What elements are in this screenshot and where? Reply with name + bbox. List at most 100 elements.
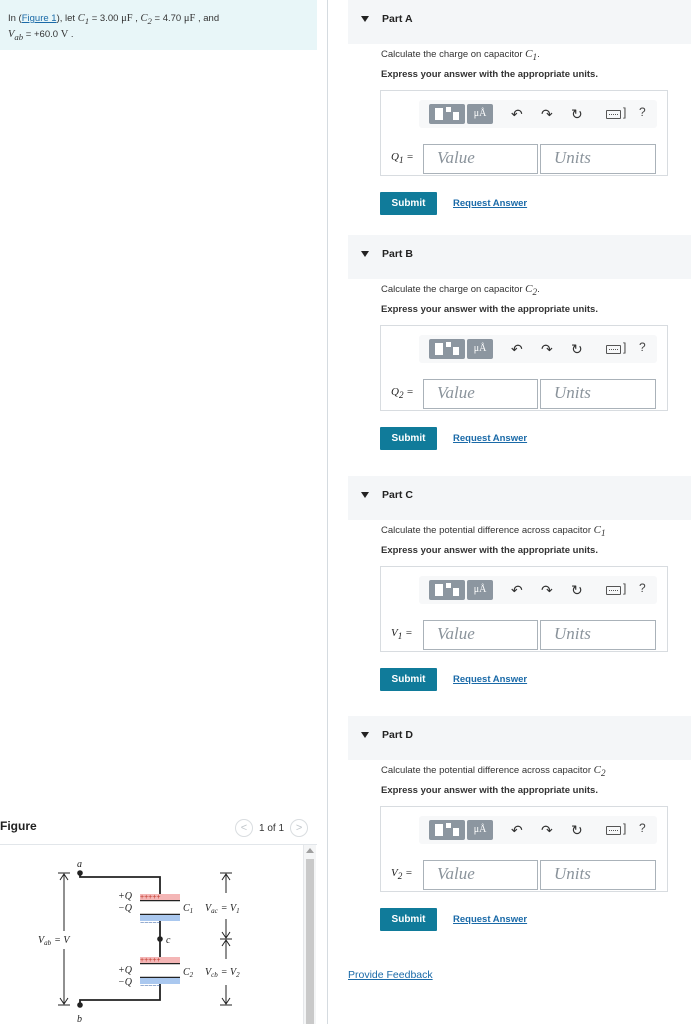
problem-statement: In (Figure 1), let C1 = 3.00 μF , C2 = 4… xyxy=(0,0,317,50)
units-button[interactable]: μÅ xyxy=(467,104,493,124)
mu-angstrom-icon: μÅ xyxy=(473,824,487,835)
part-title: Part B xyxy=(382,248,413,260)
redo-icon[interactable]: ↷ xyxy=(541,340,553,358)
vab-value: = +60.0 xyxy=(23,29,61,41)
collapse-caret-icon[interactable] xyxy=(361,492,369,498)
template-square-icon xyxy=(453,588,459,596)
submit-button[interactable]: Submit xyxy=(380,427,437,450)
bracket-icon: ] xyxy=(623,340,627,354)
node-b-label: b xyxy=(77,1014,82,1024)
reset-icon[interactable]: ↻ xyxy=(571,821,583,839)
problem-line-1: In (Figure 1), let C1 = 3.00 μF , C2 = 4… xyxy=(8,13,220,27)
part-header[interactable]: Part C xyxy=(348,476,691,520)
part-header[interactable]: Part A xyxy=(348,0,691,44)
c2-value: = 4.70 xyxy=(151,13,184,24)
collapse-caret-icon[interactable] xyxy=(361,251,369,257)
template-square-icon xyxy=(435,584,443,596)
figure-pagination: < 1 of 1 > xyxy=(235,819,309,837)
undo-icon[interactable]: ↶ xyxy=(511,340,523,358)
vac-vcb-dimension-arrows xyxy=(220,872,232,1006)
request-answer-link[interactable]: Request Answer xyxy=(453,433,527,444)
units-input[interactable]: Units xyxy=(540,144,656,174)
part-header[interactable]: Part B xyxy=(348,235,691,279)
templates-button[interactable] xyxy=(429,339,465,359)
units-button[interactable]: μÅ xyxy=(467,339,493,359)
problem-line-2: Vab = +60.0 V . xyxy=(8,29,74,43)
collapse-caret-icon[interactable] xyxy=(361,732,369,738)
value-input[interactable]: Value xyxy=(423,379,538,409)
question-text: Calculate the potential difference acros… xyxy=(381,524,606,539)
help-button[interactable]: ? xyxy=(639,105,646,119)
collapse-caret-icon[interactable] xyxy=(361,16,369,22)
provide-feedback-link[interactable]: Provide Feedback xyxy=(348,969,433,981)
prev-figure-button[interactable]: < xyxy=(235,819,253,837)
units-button[interactable]: μÅ xyxy=(467,820,493,840)
answer-box: μÅ ↶ ↷ ↻ ] ? Q2 = Value Units xyxy=(380,325,668,411)
problem-text: ), let xyxy=(56,13,78,24)
scroll-up-icon[interactable] xyxy=(306,848,314,853)
question-text: Calculate the charge on capacitor C1. xyxy=(381,48,540,63)
template-square-icon xyxy=(453,347,459,355)
value-input[interactable]: Value xyxy=(423,620,538,650)
scrollbar-thumb[interactable] xyxy=(306,859,314,1024)
request-answer-link[interactable]: Request Answer xyxy=(453,674,527,685)
plus-q-label-c2: +Q xyxy=(118,965,133,976)
reset-icon[interactable]: ↻ xyxy=(571,581,583,599)
templates-button[interactable] xyxy=(429,820,465,840)
help-button[interactable]: ? xyxy=(639,821,646,835)
templates-button[interactable] xyxy=(429,580,465,600)
units-button[interactable]: μÅ xyxy=(467,580,493,600)
keyboard-icon[interactable] xyxy=(606,586,621,595)
minus-q-label-c1: −Q xyxy=(118,903,133,914)
template-square-icon xyxy=(435,108,443,120)
plus-charges-c1: +++++ xyxy=(140,894,160,901)
chevron-left-icon: < xyxy=(240,821,248,834)
value-input[interactable]: Value xyxy=(423,144,538,174)
bracket-icon: ] xyxy=(623,581,627,595)
figure-link[interactable]: Figure 1 xyxy=(22,13,57,24)
request-answer-link[interactable]: Request Answer xyxy=(453,914,527,925)
part-header[interactable]: Part D xyxy=(348,716,691,760)
undo-icon[interactable]: ↶ xyxy=(511,821,523,839)
node-c-label: c xyxy=(166,935,171,946)
keyboard-icon[interactable] xyxy=(606,345,621,354)
value-input[interactable]: Value xyxy=(423,860,538,890)
question-text: Calculate the charge on capacitor C2. xyxy=(381,283,540,298)
redo-icon[interactable]: ↷ xyxy=(541,581,553,599)
undo-icon[interactable]: ↶ xyxy=(511,581,523,599)
reset-icon[interactable]: ↻ xyxy=(571,340,583,358)
undo-icon[interactable]: ↶ xyxy=(511,105,523,123)
figure-scrollbar[interactable] xyxy=(303,845,316,1024)
keyboard-icon[interactable] xyxy=(606,110,621,119)
submit-button[interactable]: Submit xyxy=(380,192,437,215)
units-input[interactable]: Units xyxy=(540,379,656,409)
templates-button[interactable] xyxy=(429,104,465,124)
template-square-icon xyxy=(446,823,451,828)
next-figure-button[interactable]: > xyxy=(290,819,309,837)
minus-q-label-c2: −Q xyxy=(118,977,133,988)
keyboard-icon[interactable] xyxy=(606,826,621,835)
submit-button[interactable]: Submit xyxy=(380,668,437,691)
node-b-dot xyxy=(77,1002,83,1008)
submit-button[interactable]: Submit xyxy=(380,908,437,931)
unit-uF: μF xyxy=(183,13,196,24)
answer-box: μÅ ↶ ↷ ↻ ] ? Q1 = Value Units xyxy=(380,90,668,176)
math-toolbar: μÅ ↶ ↷ ↻ ] ? xyxy=(419,335,657,363)
part-title: Part D xyxy=(382,729,413,741)
template-square-icon xyxy=(446,107,451,112)
redo-icon[interactable]: ↷ xyxy=(541,821,553,839)
vac-label: Vac = V1 xyxy=(205,903,240,915)
help-button[interactable]: ? xyxy=(639,340,646,354)
help-button[interactable]: ? xyxy=(639,581,646,595)
question-text: Calculate the potential difference acros… xyxy=(381,764,606,779)
part-title: Part A xyxy=(382,13,413,25)
problem-text: In ( xyxy=(8,13,22,24)
node-a-dot xyxy=(77,870,83,876)
redo-icon[interactable]: ↷ xyxy=(541,105,553,123)
question-instruction: Express your answer with the appropriate… xyxy=(381,785,598,796)
reset-icon[interactable]: ↻ xyxy=(571,105,583,123)
unit-uF: μF xyxy=(121,13,133,24)
request-answer-link[interactable]: Request Answer xyxy=(453,198,527,209)
units-input[interactable]: Units xyxy=(540,620,656,650)
units-input[interactable]: Units xyxy=(540,860,656,890)
